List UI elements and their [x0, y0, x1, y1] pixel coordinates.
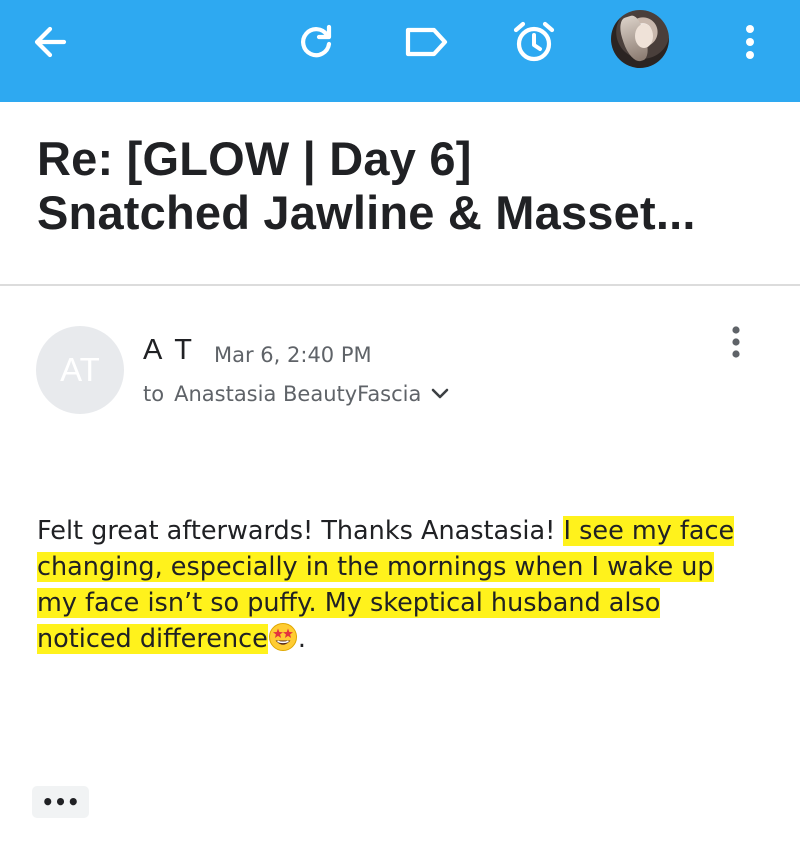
- avatar-photo-face: [635, 24, 653, 48]
- top-app-bar: [0, 0, 800, 102]
- chevron-down-icon: [432, 388, 449, 399]
- message-more-button[interactable]: [718, 320, 754, 364]
- to-label: to: [143, 382, 165, 406]
- message-body: Felt great afterwards! Thanks Anastasia!…: [37, 513, 737, 657]
- refresh-button[interactable]: [288, 14, 344, 70]
- recipient-name: Anastasia BeautyFascia: [174, 382, 422, 406]
- label-button[interactable]: [398, 14, 454, 70]
- subject-line-2: Snatched Jawline & Masset...: [37, 186, 696, 239]
- account-avatar[interactable]: [611, 10, 669, 68]
- message-date: Mar 6, 2:40 PM: [214, 343, 372, 367]
- more-options-button[interactable]: [722, 14, 778, 70]
- body-text-plain: Felt great afterwards! Thanks Anastasia!: [37, 516, 564, 546]
- more-vert-icon: [732, 326, 740, 358]
- label-icon: [405, 27, 448, 57]
- recipient-details-toggle[interactable]: to Anastasia BeautyFascia: [143, 382, 449, 406]
- snooze-button[interactable]: [506, 14, 562, 70]
- show-trimmed-content-button[interactable]: •••: [32, 786, 89, 818]
- header-divider: [0, 284, 800, 286]
- star-struck-emoji: [268, 622, 298, 652]
- back-button[interactable]: [22, 14, 78, 70]
- back-arrow-icon: [34, 26, 67, 58]
- sender-avatar[interactable]: AT: [36, 326, 124, 414]
- snooze-alarm-icon: [513, 21, 555, 62]
- subject-line-1: Re: [GLOW | Day 6]: [37, 132, 472, 185]
- sender-name: A T: [143, 334, 195, 366]
- refresh-icon: [301, 24, 332, 58]
- body-text-trailing: .: [297, 624, 306, 654]
- email-subject: Re: [GLOW | Day 6] Snatched Jawline & Ma…: [37, 132, 777, 240]
- more-vert-icon: [746, 25, 754, 59]
